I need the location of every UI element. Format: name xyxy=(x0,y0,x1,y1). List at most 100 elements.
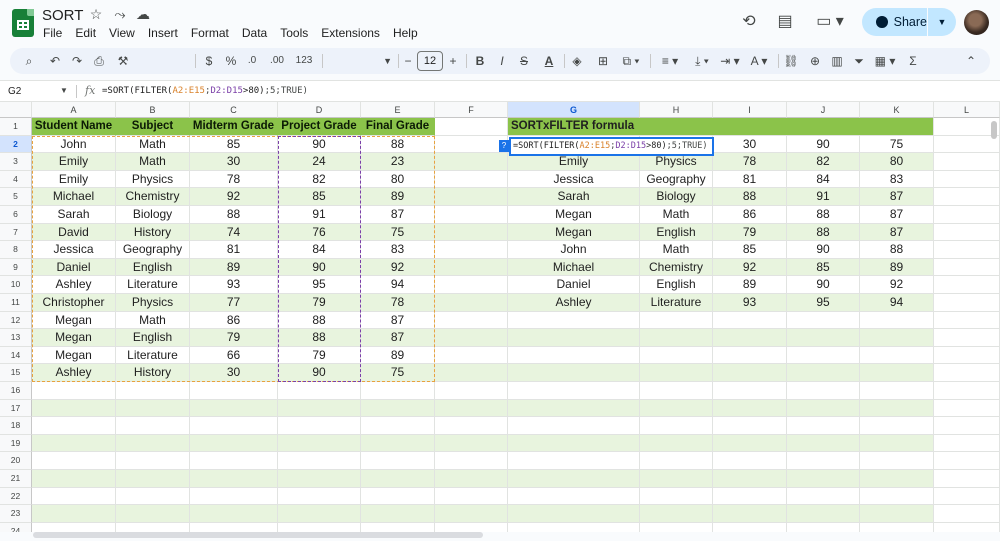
result-cell[interactable]: 85 xyxy=(787,259,860,277)
grid-cell[interactable] xyxy=(508,399,640,418)
grid-cell[interactable] xyxy=(361,399,435,418)
grid-cell[interactable] xyxy=(190,382,278,400)
grid-cell[interactable] xyxy=(278,452,361,470)
data-cell[interactable]: 83 xyxy=(361,241,435,259)
data-cell[interactable]: 79 xyxy=(278,294,361,312)
grid-cell[interactable] xyxy=(508,434,640,453)
result-cell[interactable]: Michael xyxy=(508,259,640,277)
grid-cell[interactable] xyxy=(278,434,361,453)
grid-cell[interactable] xyxy=(278,417,361,435)
grid-cell[interactable] xyxy=(190,487,278,506)
result-cell[interactable]: 87 xyxy=(860,206,934,224)
increase-decimal-button[interactable]: .00 xyxy=(266,48,288,74)
grid-cell[interactable] xyxy=(713,452,787,470)
grid-cell[interactable] xyxy=(190,417,278,435)
increase-font-size-icon[interactable]: + xyxy=(446,48,460,74)
row-header-22[interactable]: 22 xyxy=(0,487,32,506)
text-rotation-icon[interactable]: A ▾ xyxy=(744,48,774,74)
column-header-l[interactable]: L xyxy=(934,102,1000,118)
grid-cell[interactable] xyxy=(934,294,1000,312)
insert-link-icon[interactable]: ⛓ xyxy=(782,48,800,74)
grid-cell[interactable] xyxy=(508,382,640,400)
grid-cell[interactable] xyxy=(278,470,361,488)
grid-cell[interactable] xyxy=(787,434,860,453)
grid-cell[interactable] xyxy=(787,311,860,330)
data-cell[interactable]: Megan xyxy=(32,347,116,365)
result-cell[interactable]: 91 xyxy=(787,188,860,206)
result-cell[interactable]: 79 xyxy=(713,224,787,242)
grid-cell[interactable] xyxy=(713,382,787,400)
result-cell[interactable]: Daniel xyxy=(508,276,640,294)
grid-cell[interactable] xyxy=(934,241,1000,259)
data-cell[interactable]: 77 xyxy=(190,294,278,312)
grid-cell[interactable] xyxy=(640,522,713,532)
horizontal-scrollbar[interactable] xyxy=(33,532,483,538)
grid-cell[interactable] xyxy=(640,364,713,382)
grid-cell[interactable] xyxy=(934,487,1000,506)
grid-cell[interactable] xyxy=(787,522,860,532)
column-header-b[interactable]: B xyxy=(116,102,190,118)
grid-cell[interactable] xyxy=(508,311,640,330)
grid-cell[interactable] xyxy=(361,487,435,506)
grid-cell[interactable] xyxy=(787,382,860,400)
menu-extensions[interactable]: Extensions xyxy=(321,26,380,40)
row-header-20[interactable]: 20 xyxy=(0,452,32,470)
grid-cell[interactable] xyxy=(190,505,278,523)
grid-cell[interactable] xyxy=(787,417,860,435)
grid-cell[interactable] xyxy=(116,505,190,523)
grid-cell[interactable] xyxy=(32,487,116,506)
horizontal-align-icon[interactable]: ≡ ▾ xyxy=(656,48,684,74)
data-cell[interactable]: 94 xyxy=(361,276,435,294)
data-cell[interactable]: 88 xyxy=(361,136,435,154)
move-to-folder-icon[interactable]: ⤳ xyxy=(111,6,129,23)
grid-cell[interactable] xyxy=(508,417,640,435)
data-cell[interactable]: 90 xyxy=(278,136,361,154)
result-cell[interactable]: 85 xyxy=(713,241,787,259)
menu-tools[interactable]: Tools xyxy=(280,26,308,40)
data-cell[interactable]: 90 xyxy=(278,364,361,382)
grid-cell[interactable] xyxy=(860,329,934,347)
data-cell[interactable]: 76 xyxy=(278,224,361,242)
grid-cell[interactable] xyxy=(278,382,361,400)
borders-icon[interactable]: ⊞ xyxy=(594,48,612,74)
grid-cell[interactable] xyxy=(934,206,1000,224)
vertical-align-icon[interactable]: ⤓ ▾ xyxy=(688,48,716,74)
data-cell[interactable]: 30 xyxy=(190,153,278,171)
grid-cell[interactable] xyxy=(32,522,116,532)
result-cell[interactable]: 95 xyxy=(787,294,860,312)
grid-cell[interactable] xyxy=(934,399,1000,418)
paint-format-icon[interactable]: ⚒ xyxy=(114,48,132,74)
data-cell[interactable]: 90 xyxy=(278,259,361,277)
grid-cell[interactable] xyxy=(640,505,713,523)
grid-cell[interactable] xyxy=(435,153,508,171)
data-cell[interactable]: English xyxy=(116,259,190,277)
grid-cell[interactable] xyxy=(361,505,435,523)
grid-cell[interactable] xyxy=(435,434,508,453)
data-cell[interactable]: Biology xyxy=(116,206,190,224)
menu-edit[interactable]: Edit xyxy=(75,26,96,40)
share-button[interactable]: Share ▼ xyxy=(862,8,956,36)
data-cell[interactable]: 88 xyxy=(190,206,278,224)
grid-cell[interactable] xyxy=(640,470,713,488)
result-cell[interactable]: 83 xyxy=(860,171,934,189)
result-cell[interactable]: Literature xyxy=(640,294,713,312)
grid-cell[interactable] xyxy=(435,188,508,206)
grid-cell[interactable] xyxy=(435,258,508,277)
grid-cell[interactable] xyxy=(934,188,1000,206)
grid-cell[interactable] xyxy=(934,364,1000,382)
fill-color-icon[interactable]: ◈ xyxy=(568,48,586,74)
result-cell[interactable]: Chemistry xyxy=(640,259,713,277)
data-cell[interactable]: 82 xyxy=(278,171,361,189)
grid-cell[interactable] xyxy=(32,452,116,470)
grid-cell[interactable] xyxy=(934,223,1000,242)
grid-cell[interactable] xyxy=(713,346,787,365)
grid-cell[interactable] xyxy=(934,434,1000,453)
grid-cell[interactable] xyxy=(508,452,640,470)
text-wrapping-icon[interactable]: ⇥ ▾ xyxy=(716,48,744,74)
grid-cell[interactable] xyxy=(435,505,508,523)
grid-cell[interactable] xyxy=(508,364,640,382)
data-cell[interactable]: Math xyxy=(116,153,190,171)
formula-input[interactable]: =SORT(FILTER(A2:E15;D2:D15>80);5;TRUE) xyxy=(102,86,308,96)
grid-cell[interactable] xyxy=(190,470,278,488)
grid-cell[interactable] xyxy=(934,346,1000,365)
